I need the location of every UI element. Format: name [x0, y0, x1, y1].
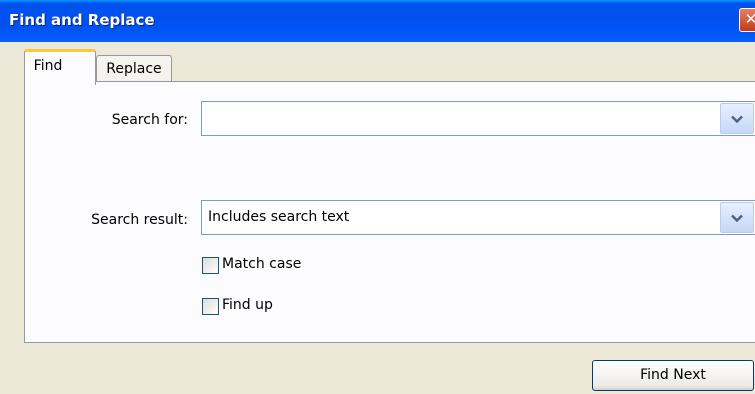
- search-result-select[interactable]: Includes search text: [201, 200, 755, 235]
- window-title: Find and Replace: [9, 11, 155, 29]
- tab-find[interactable]: Find: [24, 49, 96, 85]
- find-replace-dialog: Find and Replace ✕ Find Replace Search f…: [0, 0, 755, 394]
- search-for-dropdown-button[interactable]: [720, 103, 754, 134]
- search-for-combo[interactable]: [201, 101, 755, 136]
- close-button[interactable]: ✕: [739, 8, 755, 32]
- tab-replace[interactable]: Replace: [96, 55, 172, 82]
- title-bar[interactable]: Find and Replace ✕: [0, 0, 755, 42]
- find-up-label[interactable]: Find up: [222, 297, 273, 313]
- find-panel: Search for: Search result: Includes sear…: [24, 81, 755, 343]
- search-result-dropdown-button[interactable]: [720, 202, 754, 233]
- search-result-value: Includes search text: [208, 209, 350, 225]
- tab-find-label: Find: [33, 58, 63, 74]
- close-icon: ✕: [744, 10, 755, 28]
- chevron-down-icon: [731, 115, 743, 124]
- find-next-button[interactable]: Find Next: [592, 360, 754, 391]
- match-case-label[interactable]: Match case: [222, 256, 301, 272]
- chevron-down-icon: [731, 214, 743, 223]
- search-for-label: Search for:: [111, 112, 188, 128]
- find-up-checkbox[interactable]: [202, 298, 219, 315]
- tab-replace-label: Replace: [106, 61, 162, 77]
- search-result-label: Search result:: [91, 212, 188, 228]
- match-case-checkbox[interactable]: [202, 257, 219, 274]
